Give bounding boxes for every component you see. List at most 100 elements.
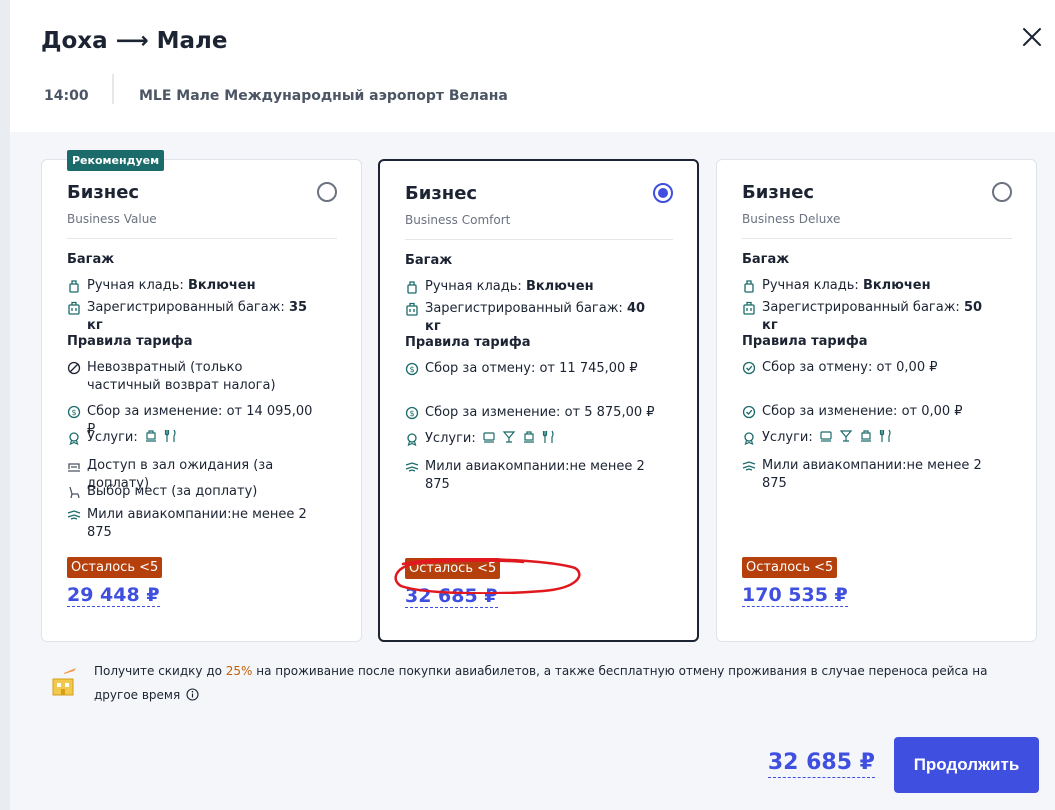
suitcase-icon [742, 301, 756, 315]
svg-text:$: $ [409, 365, 414, 374]
services-icon [742, 431, 756, 445]
carry-on-label: Ручная кладь: [87, 278, 184, 293]
hotel-plane-icon [50, 665, 78, 697]
services-label: Услуги: [87, 430, 138, 445]
miles-icon [405, 460, 419, 474]
tariff-radio[interactable] [317, 182, 337, 202]
modal-body: Рекомендуем Бизнес Business Value Багаж … [10, 132, 1055, 810]
seat-select-icon [67, 485, 81, 499]
arrival-time: 14:00 [44, 88, 89, 104]
tariff-title: Бизнес [742, 182, 815, 203]
carry-on-value: Включен [525, 279, 594, 294]
checked-baggage-label: Зарегистрированный багаж: [87, 300, 285, 315]
services-row: Услуги: [742, 429, 992, 447]
divider [742, 238, 1012, 239]
suitcase-icon [405, 302, 419, 316]
tariff-subtitle: Business Value [67, 212, 157, 226]
carry-on-label: Ручная кладь: [762, 278, 859, 293]
baggage-heading: Багаж [742, 252, 790, 267]
seat-icon [819, 429, 833, 443]
promo-percent: 25% [225, 664, 253, 678]
miles-text: Мили авиакомпании:не менее 2 875 [762, 458, 982, 491]
services-label: Услуги: [762, 430, 813, 445]
services-icon [405, 432, 419, 446]
tariff-card-business-value[interactable]: Рекомендуем Бизнес Business Value Багаж … [41, 150, 362, 642]
divider [67, 238, 337, 239]
info-icon[interactable] [186, 685, 199, 701]
miles-text: Мили авиакомпании:не менее 2 875 [425, 459, 645, 492]
refund-rule: Невозвратный (только частичный возврат н… [67, 359, 317, 395]
check-circle-icon [742, 405, 756, 419]
seats-text: Выбор мест (за доплату) [87, 484, 258, 499]
page-title: Доха ⟶ Мале [41, 28, 228, 54]
carry-on-row: Ручная кладь: Включен [67, 277, 317, 295]
luggage-cart-icon [522, 430, 536, 444]
suitcase-icon [67, 301, 81, 315]
carry-on-row: Ручная кладь: Включен [742, 277, 992, 295]
seat-icon [482, 430, 496, 444]
tariff-card-business-comfort[interactable]: Бизнес Business Comfort Багаж Ручная кла… [378, 159, 699, 642]
change-rule: $ Сбор за изменение: от 5 875,00 ₽ [405, 404, 655, 422]
services-row: Услуги: [67, 429, 317, 447]
fee-icon: $ [67, 405, 81, 419]
availability-badge: Осталось <5 [67, 557, 163, 578]
tariff-title: Бизнес [67, 182, 140, 203]
divider [112, 74, 114, 104]
rules-heading: Правила тарифа [67, 334, 193, 349]
miles-rule: Мили авиакомпании:не менее 2 875 [67, 506, 317, 542]
tariff-modal: Доха ⟶ Мале 14:00 MLE Мале Международный… [10, 0, 1055, 810]
no-refund-icon [67, 361, 81, 375]
lounge-icon [67, 459, 81, 473]
svg-text:$: $ [71, 408, 76, 417]
tariff-price[interactable]: 29 448 ₽ [67, 584, 160, 607]
tariff-price[interactable]: 170 535 ₽ [742, 584, 848, 607]
tariff-radio[interactable] [992, 182, 1012, 202]
miles-rule: Мили авиакомпании:не менее 2 875 [405, 458, 655, 494]
miles-icon [742, 459, 756, 473]
carry-on-bag-icon [67, 279, 81, 293]
carry-on-row: Ручная кладь: Включен [405, 278, 655, 296]
tariff-card-business-deluxe[interactable]: Бизнес Business Deluxe Багаж Ручная клад… [716, 159, 1037, 642]
modal-header: Доха ⟶ Мале 14:00 MLE Мале Международный… [10, 0, 1055, 132]
drink-icon [502, 430, 516, 444]
total-price[interactable]: 32 685 ₽ [767, 749, 875, 778]
divider [405, 239, 673, 240]
rules-heading: Правила тарифа [405, 335, 531, 350]
cancel-rule: $ Сбор за отмену: от 11 745,00 ₽ [405, 360, 655, 378]
luggage-cart-icon [859, 429, 873, 443]
refund-text: Невозвратный (только частичный возврат н… [87, 360, 276, 393]
services-icon [67, 431, 81, 445]
svg-text:$: $ [409, 409, 414, 418]
miles-text: Мили авиакомпании:не менее 2 875 [87, 507, 307, 540]
checked-baggage-label: Зарегистрированный багаж: [762, 300, 960, 315]
arrival-airport: MLE Мале Международный аэропорт Велана [139, 88, 508, 104]
checked-baggage-row: Зарегистрированный багаж: 35 кг [67, 299, 317, 335]
services-label: Услуги: [425, 431, 476, 446]
seats-rule: Выбор мест (за доплату) [67, 483, 317, 501]
checked-baggage-row: Зарегистрированный багаж: 40 кг [405, 300, 655, 336]
change-text: Сбор за изменение: от 0,00 ₽ [762, 404, 963, 419]
cancel-text: Сбор за отмену: от 0,00 ₽ [762, 360, 938, 375]
tariff-radio-selected[interactable] [653, 183, 673, 203]
cancel-rule: Сбор за отмену: от 0,00 ₽ [742, 359, 992, 377]
tariff-subtitle: Business Deluxe [742, 212, 841, 226]
meal-icon [879, 429, 893, 443]
miles-rule: Мили авиакомпании:не менее 2 875 [742, 457, 992, 493]
promo-text: Получите скидку до 25% на проживание пос… [94, 659, 1024, 707]
carry-on-bag-icon [405, 280, 419, 294]
luggage-cart-icon [144, 429, 158, 443]
change-text: Сбор за изменение: от 5 875,00 ₽ [425, 405, 655, 420]
checked-baggage-row: Зарегистрированный багаж: 50 кг [742, 299, 992, 335]
tariff-price[interactable]: 32 685 ₽ [405, 585, 498, 608]
availability-badge: Осталось <5 [405, 558, 501, 579]
close-icon[interactable] [1019, 24, 1045, 50]
miles-icon [67, 508, 81, 522]
meal-icon [164, 429, 178, 443]
carry-on-value: Включен [862, 278, 931, 293]
carry-on-label: Ручная кладь: [425, 279, 522, 294]
continue-button[interactable]: Продолжить [894, 737, 1039, 793]
cancel-text: Сбор за отмену: от 11 745,00 ₽ [425, 361, 638, 376]
drink-icon [839, 429, 853, 443]
services-row: Услуги: [405, 430, 655, 448]
promo-text-before: Получите скидку до [94, 664, 226, 678]
